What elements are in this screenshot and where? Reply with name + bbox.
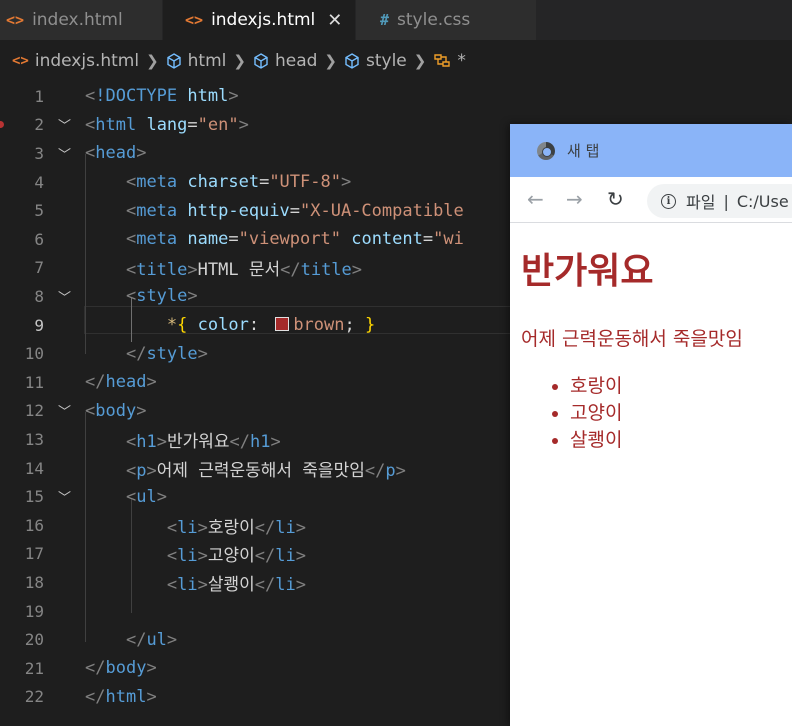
line-number: 18 (24, 572, 44, 592)
address-scheme: 파일 (686, 193, 716, 212)
line-number: 3 (34, 143, 44, 163)
chevron-right-icon: ❯ (146, 52, 159, 70)
lang-attr-value: "en" (197, 114, 239, 135)
address-bar[interactable]: i 파일 | C:/Use (647, 184, 792, 218)
fold-chevron-icon[interactable]: ﹀ (58, 144, 71, 163)
line-number: 20 (24, 630, 44, 650)
line-number: 17 (24, 544, 44, 564)
tab-style-css[interactable]: # style.css (356, 0, 537, 40)
meta-content-value: "wi (433, 229, 464, 250)
page-paragraph: 어제 근력운동해서 죽을맛임 (521, 328, 743, 350)
html-file-icon: <> (185, 11, 204, 29)
browser-window: 새 탭 ← → ↻ i 파일 | C:/Use 반가워요 어제 근력운동해서 죽… (510, 124, 792, 726)
tab-label: indexjs.html (211, 10, 316, 30)
rendered-page: 반가워요 어제 근력운동해서 죽을맛임 호랑이 고양이 살쾡이 (510, 224, 792, 454)
breadcrumb-selector[interactable]: * (433, 51, 466, 71)
li-text: 고양이 (207, 546, 255, 567)
line-number: 12 (24, 401, 44, 421)
breadcrumb: <> indexjs.html ❯ html ❯ head ❯ style ❯ … (0, 40, 792, 82)
back-arrow-icon[interactable]: ← (527, 187, 544, 211)
h1-text: 반가워요 (166, 431, 230, 452)
list-item: 살쾡이 (570, 427, 792, 454)
page-list: 호랑이 고양이 살쾡이 (521, 373, 792, 454)
line-number: 1 (34, 86, 44, 106)
line-number: 9 (34, 315, 44, 335)
line-number: 14 (24, 458, 44, 478)
page-heading: 반가워요 (521, 251, 654, 292)
symbol-class-icon (434, 54, 451, 67)
http-equiv-value: "X-UA-Compatible (300, 200, 464, 221)
line-number: 11 (24, 372, 44, 392)
line-number: 2 (34, 115, 44, 135)
meta-name-value: "viewport" (238, 229, 341, 250)
breadcrumb-label: html (187, 51, 227, 71)
close-icon[interactable]: ✕ (327, 10, 342, 31)
editor-tab-bar: <> index.html <> indexjs.html ✕ # style.… (0, 0, 792, 40)
line-number: 22 (24, 687, 44, 707)
breadcrumb-head[interactable]: head (253, 51, 317, 71)
breadcrumb-file-label: indexjs.html (34, 51, 140, 71)
line-number: 4 (34, 172, 44, 192)
html-file-icon: <> (6, 11, 25, 29)
fold-chevron-icon[interactable]: ﹀ (58, 487, 71, 506)
symbol-element-icon (345, 53, 359, 69)
line-number: 8 (34, 286, 44, 306)
tab-index-html[interactable]: <> index.html (0, 0, 163, 40)
symbol-element-icon (254, 53, 268, 69)
fold-chevron-icon[interactable]: ﹀ (58, 115, 71, 134)
breadcrumb-label: head (274, 51, 318, 71)
css-file-icon: # (380, 11, 390, 29)
line-number: 10 (24, 344, 44, 364)
code-line: 1 <!DOCTYPE html> (0, 82, 792, 111)
chevron-right-icon: ❯ (413, 52, 427, 70)
fold-chevron-icon[interactable]: ﹀ (58, 401, 71, 420)
color-value: brown (293, 315, 345, 336)
browser-tab-title: 새 탭 (567, 142, 600, 160)
html-file-icon: <> (12, 53, 29, 69)
line-number: 7 (34, 258, 44, 278)
list-item: 호랑이 (570, 373, 792, 400)
forward-arrow-icon[interactable]: → (566, 187, 583, 211)
line-number: 21 (24, 658, 44, 678)
li-text: 살쾡이 (207, 574, 255, 595)
p-text: 어제 근력운동해서 죽을맛임 (156, 460, 365, 481)
color-swatch[interactable] (275, 317, 290, 332)
address-path: C:/Use (736, 191, 789, 211)
li-text: 호랑이 (207, 517, 255, 538)
browser-tab[interactable]: 새 탭 (510, 124, 792, 177)
line-number: 16 (24, 515, 44, 535)
tab-label: index.html (32, 10, 123, 30)
tab-indexjs-html[interactable]: <> indexjs.html ✕ (163, 0, 356, 40)
title-text: HTML 문서 (197, 260, 281, 281)
line-number: 15 (24, 487, 44, 507)
charset-value: "UTF-8" (269, 172, 341, 193)
line-number: 19 (24, 601, 44, 621)
css-selector: * (166, 315, 178, 336)
breadcrumb-html[interactable]: html (166, 51, 227, 71)
chevron-right-icon: ❯ (324, 52, 337, 70)
info-icon[interactable]: i (661, 193, 676, 209)
fold-chevron-icon[interactable]: ﹀ (58, 287, 71, 306)
breadcrumb-label: * (457, 51, 466, 71)
line-number: 5 (34, 201, 44, 221)
line-number: 6 (34, 229, 44, 249)
breadcrumb-label: style (366, 51, 407, 71)
symbol-element-icon (166, 53, 181, 69)
list-item: 고양이 (570, 400, 792, 427)
chrome-icon (537, 141, 555, 160)
breadcrumb-file[interactable]: <> indexjs.html (12, 51, 139, 71)
address-divider: | (723, 191, 729, 211)
browser-toolbar: ← → ↻ i 파일 | C:/Use (510, 177, 792, 223)
breadcrumb-style[interactable]: style (344, 51, 407, 71)
reload-icon[interactable]: ↻ (607, 187, 624, 211)
chevron-right-icon: ❯ (233, 52, 246, 70)
tab-label: style.css (397, 10, 471, 30)
line-number: 13 (24, 429, 44, 449)
